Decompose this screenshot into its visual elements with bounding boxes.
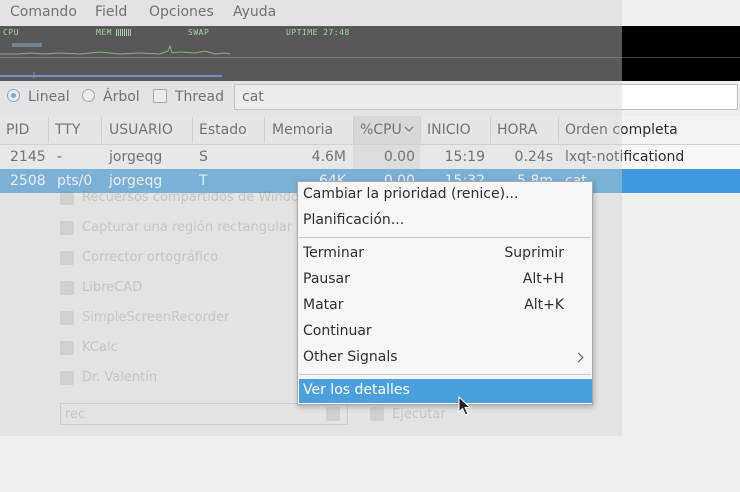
menu-item-label: Continuar <box>303 323 372 339</box>
menu-item-label: Pausar <box>303 271 350 287</box>
chevron-right-icon <box>573 352 584 363</box>
ghost-item: Corrector ortográfico <box>82 250 219 265</box>
ghost-item: SimpleScreenRecorder <box>82 310 230 325</box>
ghost-item: Capturar una región rectangular <box>82 220 293 235</box>
menu-item-label: Planificación... <box>303 212 405 228</box>
ghost-item: KCalc <box>82 340 118 355</box>
menu-item-details[interactable]: Ver los detalles <box>299 379 592 403</box>
ghost-run-label: Ejecutar <box>392 407 446 422</box>
app-icon <box>60 191 74 205</box>
menu-item-shortcut: Alt+H <box>522 271 564 287</box>
menu-item-label: Ver los detalles <box>303 382 410 398</box>
menu-item-pause[interactable]: Pausar Alt+H <box>298 268 592 292</box>
menu-item-renice[interactable]: Cambiar la prioridad (renice)... <box>298 183 592 207</box>
app-icon <box>60 311 74 325</box>
context-menu: Cambiar la prioridad (renice)... Planifi… <box>297 181 593 405</box>
mouse-cursor-icon <box>458 396 472 416</box>
menu-separator <box>299 374 591 375</box>
app-icon <box>60 371 74 385</box>
menu-item-schedule[interactable]: Planificación... <box>298 209 592 233</box>
ghost-search-input: rec <box>60 403 348 425</box>
menu-item-label: Matar <box>303 297 344 313</box>
ghost-item: Dr. Valentín <box>82 370 158 385</box>
menu-separator <box>299 237 591 238</box>
menu-item-terminate[interactable]: Terminar Suprimir <box>298 242 592 266</box>
app-icon <box>60 281 74 295</box>
ghost-item: Recuersos compartidos de Windows <box>82 190 317 205</box>
menu-item-shortcut: Alt+K <box>524 297 564 313</box>
run-icon <box>370 407 384 421</box>
menu-item-label: Cambiar la prioridad (renice)... <box>303 186 519 202</box>
menu-item-shortcut: Suprimir <box>504 245 564 261</box>
menu-item-continue[interactable]: Continuar <box>298 320 592 344</box>
menu-item-label: Terminar <box>303 245 365 261</box>
app-icon <box>60 221 74 235</box>
ghost-item: LibreCAD <box>82 280 143 295</box>
menu-item-label: Other Signals <box>303 349 398 365</box>
clear-icon <box>326 407 340 421</box>
app-icon <box>60 251 74 265</box>
menu-item-kill[interactable]: Matar Alt+K <box>298 294 592 318</box>
app-icon <box>60 341 74 355</box>
menu-item-other-signals[interactable]: Other Signals <box>298 346 592 370</box>
ghost-search-value: rec <box>65 407 86 422</box>
